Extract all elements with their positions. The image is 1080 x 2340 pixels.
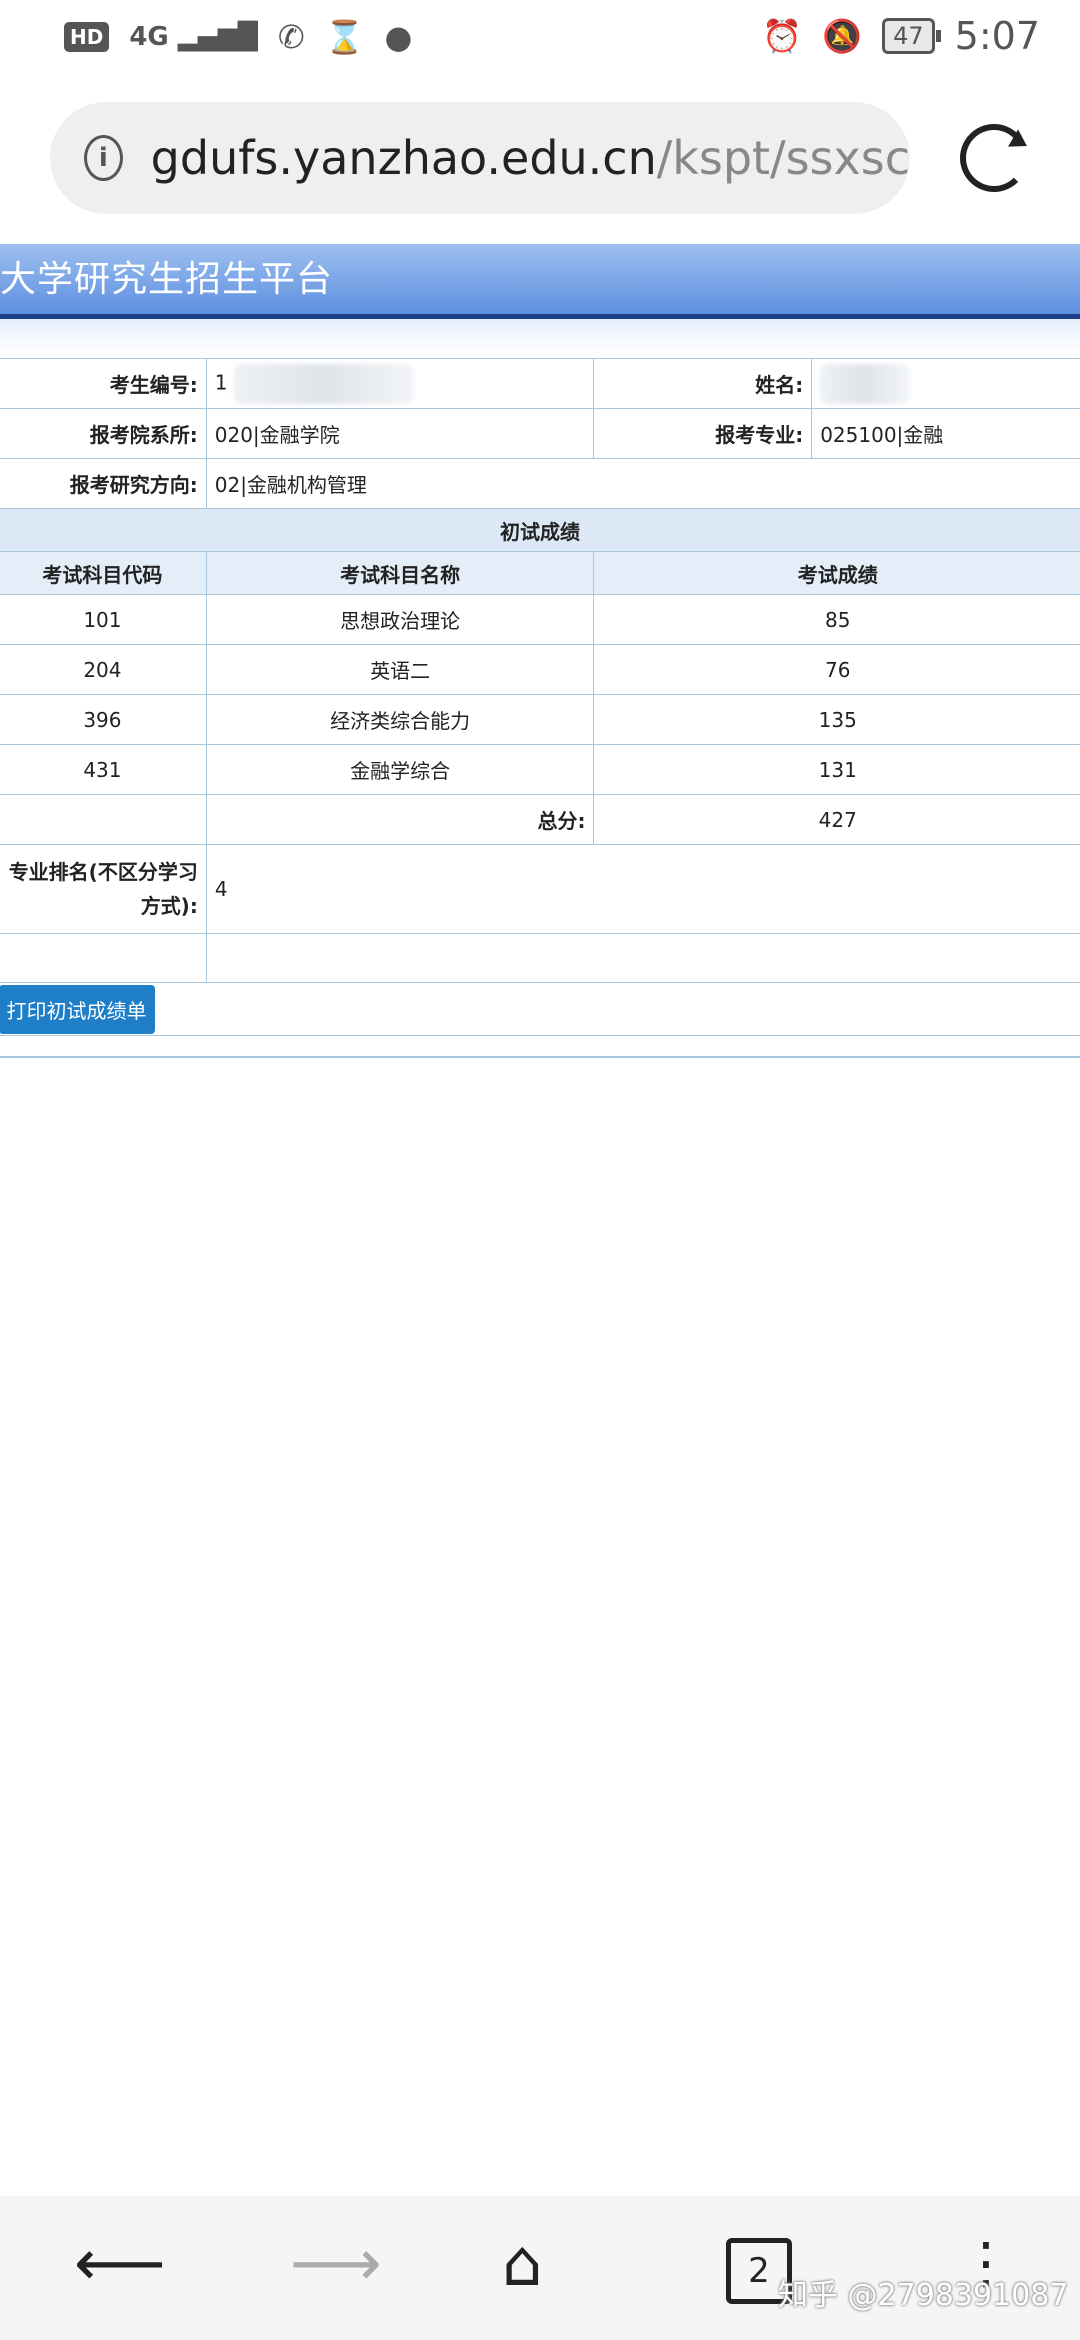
total-value: 427 — [593, 794, 1080, 845]
subject-code: 204 — [0, 644, 207, 695]
subject-score: 135 — [593, 694, 1080, 745]
rank-row: 专业排名(不区分学习方式): 4 — [0, 844, 1080, 934]
address-bar[interactable]: i gdufs.yanzhao.edu.cn/kspt/ssxsc — [50, 102, 910, 214]
info-icon[interactable]: i — [84, 135, 123, 181]
missed-call-icon: ✆ — [277, 18, 305, 56]
subject-score: 131 — [593, 744, 1080, 795]
print-scores-button[interactable]: 打印初试成绩单 — [0, 984, 155, 1034]
direction-value: 02|金融机构管理 — [205, 458, 1080, 509]
back-icon[interactable]: ⟵ — [74, 2232, 166, 2296]
forward-icon[interactable]: ⟶ — [290, 2232, 382, 2296]
divider — [0, 1056, 1080, 1058]
table-row: 396 经济类综合能力 135 — [0, 694, 1080, 745]
header-divider — [0, 319, 1080, 355]
subject-code: 431 — [0, 744, 207, 795]
exam-id-value: 1 — [205, 358, 595, 409]
section-title: 初试成绩 — [0, 508, 1080, 552]
hourglass-icon: ⌛ — [324, 18, 365, 56]
subject-code: 101 — [0, 594, 207, 645]
dept-label: 报考院系所: — [0, 408, 207, 459]
column-header: 考试科目名称 — [205, 551, 595, 595]
signal-icon: 4G ▂▄▆█ — [129, 22, 258, 52]
page-header: 大学研究生招生平台 — [0, 244, 1080, 319]
reload-icon[interactable] — [960, 124, 1028, 192]
action-row: 打印初试成绩单 — [0, 982, 1080, 1036]
table-row — [0, 933, 1080, 983]
page-title: 大学研究生招生平台 — [0, 259, 334, 300]
major-label: 报考专业: — [593, 408, 813, 459]
subject-score: 76 — [593, 644, 1080, 695]
subject-name: 思想政治理论 — [205, 594, 595, 645]
table-row: 初试成绩 — [0, 508, 1080, 552]
name-label: 姓名: — [593, 358, 813, 409]
dept-value: 020|金融学院 — [205, 408, 595, 459]
applicant-info-table: 考生编号: 1 姓名: 报考院系所: 020|金融学院 报考专业: 025100… — [0, 358, 1080, 509]
table-row: 报考院系所: 020|金融学院 报考专业: 025100|金融 — [0, 408, 1080, 459]
major-value: 025100|金融 — [811, 408, 1080, 459]
subject-name: 金融学综合 — [205, 744, 595, 795]
redacted-blur — [233, 363, 414, 404]
home-icon[interactable]: ⌂ — [502, 2232, 543, 2296]
qq-icon: ● — [384, 18, 413, 56]
table-header-row: 考试科目代码 考试科目名称 考试成绩 — [0, 551, 1080, 595]
alarm-icon: ⏰ — [762, 17, 803, 55]
watermark: 知乎 @2798391087 — [778, 2278, 1069, 2313]
total-row: 总分: 427 — [0, 794, 1080, 845]
rank-value: 4 — [205, 844, 1080, 934]
url-text[interactable]: gdufs.yanzhao.edu.cn/kspt/ssxsc — [151, 131, 910, 185]
subject-score: 85 — [593, 594, 1080, 645]
table-row: 204 英语二 76 — [0, 644, 1080, 695]
exam-id-label: 考生编号: — [0, 358, 207, 409]
table-row: 431 金融学综合 131 — [0, 744, 1080, 795]
subject-name: 经济类综合能力 — [205, 694, 595, 745]
direction-label: 报考研究方向: — [0, 458, 207, 509]
column-header: 考试科目代码 — [0, 551, 207, 595]
hd-badge: HD — [64, 22, 110, 52]
scores-table: 初试成绩 考试科目代码 考试科目名称 考试成绩 101 思想政治理论 85 20… — [0, 508, 1080, 1036]
subject-code: 396 — [0, 694, 207, 745]
status-bar: HD 4G ▂▄▆█ ✆ ⌛ ● ⏰ 🔕 47 5:07 — [0, 0, 1080, 78]
table-row: 考生编号: 1 姓名: — [0, 358, 1080, 409]
name-value — [811, 358, 1080, 409]
table-row: 报考研究方向: 02|金融机构管理 — [0, 458, 1080, 509]
browser-bottom-bar: ⟵ ⟶ ⌂ 2 ⋮ — [0, 2196, 1080, 2340]
status-time: 5:07 — [954, 14, 1040, 58]
redacted-blur — [820, 363, 911, 404]
total-label: 总分: — [205, 794, 595, 845]
column-header: 考试成绩 — [593, 551, 1080, 595]
table-row: 101 思想政治理论 85 — [0, 594, 1080, 645]
mute-icon: 🔕 — [822, 17, 863, 55]
battery-icon: 47 — [882, 18, 941, 54]
subject-name: 英语二 — [205, 644, 595, 695]
rank-label: 专业排名(不区分学习方式): — [0, 844, 207, 934]
